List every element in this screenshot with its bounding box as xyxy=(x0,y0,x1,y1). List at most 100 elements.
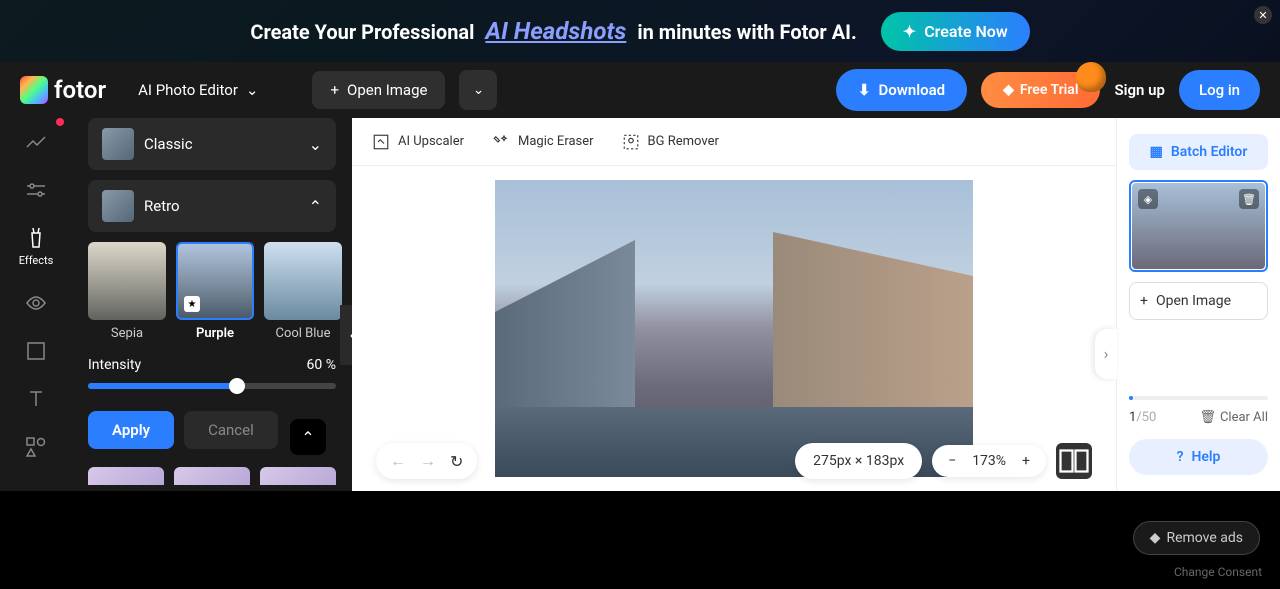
beauty-tool-icon[interactable] xyxy=(24,291,48,315)
logo[interactable]: fotor xyxy=(20,76,106,104)
filter-purple[interactable]: ★ Purple xyxy=(176,242,254,341)
create-now-button[interactable]: ✦ Create Now xyxy=(881,12,1030,51)
filter-thumb xyxy=(264,242,342,320)
help-icon: ? xyxy=(1177,449,1184,465)
open-image-dropdown-button[interactable]: ⌄ xyxy=(459,70,497,110)
storage-progress xyxy=(1129,396,1268,400)
history-controls: ← → ↻ xyxy=(376,443,477,479)
adjust-tool-icon[interactable] xyxy=(24,178,48,202)
category-classic[interactable]: Classic ⌄ xyxy=(88,118,336,170)
batch-editor-button[interactable]: ▦ Batch Editor xyxy=(1129,134,1268,170)
remove-ads-button[interactable]: ◆ Remove ads xyxy=(1133,521,1260,555)
zoom-out-button[interactable]: − xyxy=(948,453,956,469)
zoom-in-button[interactable]: + xyxy=(1022,453,1030,469)
change-consent-link[interactable]: Change Consent xyxy=(1174,565,1262,579)
thumbnail-image: ◈ 🗑 xyxy=(1132,183,1265,269)
create-now-label: Create Now xyxy=(924,22,1007,41)
filter-thumb xyxy=(88,242,166,320)
counter-row: 1/50 🗑 Clear All xyxy=(1129,410,1268,425)
left-toolbar: Effects xyxy=(0,118,72,491)
intensity-slider[interactable] xyxy=(88,383,336,389)
pumpkin-icon xyxy=(1076,62,1106,92)
free-trial-button[interactable]: ◆ Free Trial xyxy=(981,72,1100,108)
redo-button[interactable]: → xyxy=(420,451,436,471)
remove-ads-label: Remove ads xyxy=(1166,530,1243,546)
intensity-label: Intensity xyxy=(88,357,141,373)
diamond-icon: ◆ xyxy=(1003,82,1014,98)
filter-thumb[interactable] xyxy=(88,467,164,485)
open-image-button[interactable]: + Open Image xyxy=(312,71,445,109)
free-trial-label: Free Trial xyxy=(1020,82,1079,98)
filter-label: Purple xyxy=(176,326,254,341)
bg-remove-icon xyxy=(622,133,640,151)
editor-mode-label: AI Photo Editor xyxy=(138,81,238,99)
dimensions-display: 275px × 183px xyxy=(795,443,922,479)
filter-thumb[interactable] xyxy=(260,467,336,485)
close-banner-button[interactable]: ✕ xyxy=(1254,6,1272,24)
ai-tool-icon[interactable] xyxy=(24,130,48,154)
undo-button[interactable]: ← xyxy=(390,451,406,471)
bg-remover-label: BG Remover xyxy=(648,134,719,149)
frame-tool-icon[interactable] xyxy=(24,339,48,363)
scroll-top-button[interactable]: ⌃ xyxy=(290,419,326,455)
category-thumb xyxy=(102,128,134,160)
right-panel: ▦ Batch Editor ◈ 🗑 + Open Image 1/50 🗑 C… xyxy=(1116,118,1280,491)
canvas-area: ‹ AI Upscaler Magic Eraser BG Remover xyxy=(352,118,1116,491)
cancel-button[interactable]: Cancel xyxy=(184,411,278,449)
download-icon: ⬇ xyxy=(858,81,871,99)
text-tool-icon[interactable] xyxy=(24,387,48,411)
open-image-side-label: Open Image xyxy=(1156,293,1231,309)
trash-icon: 🗑 xyxy=(1199,410,1216,425)
slider-fill xyxy=(88,383,237,389)
compare-button[interactable] xyxy=(1056,443,1092,479)
elements-tool-icon[interactable] xyxy=(24,435,48,459)
intensity-row: Intensity 60 % xyxy=(88,357,336,373)
filter-label: Cool Blue xyxy=(264,326,342,341)
chevron-down-icon: ⌄ xyxy=(309,135,322,154)
diamond-icon: ◆ xyxy=(1150,530,1161,546)
zoom-value: 173% xyxy=(972,453,1006,469)
expand-right-panel-button[interactable]: › xyxy=(1095,329,1117,379)
effects-tool[interactable]: Effects xyxy=(19,226,54,267)
ai-upscaler-button[interactable]: AI Upscaler xyxy=(372,133,464,151)
filter-cool-blue[interactable]: Cool Blue xyxy=(264,242,342,341)
category-label: Retro xyxy=(144,197,299,215)
reset-button[interactable]: ↻ xyxy=(450,452,463,471)
log-in-button[interactable]: Log in xyxy=(1179,70,1260,110)
chevron-down-icon: ⌄ xyxy=(246,81,259,99)
chevron-up-icon: ⌃ xyxy=(301,428,314,447)
open-image-side-button[interactable]: + Open Image xyxy=(1129,282,1268,320)
intensity-value: 60 % xyxy=(307,357,336,373)
filter-sepia[interactable]: Sepia xyxy=(88,242,166,341)
upscale-icon xyxy=(372,133,390,151)
effects-sidebar: Classic ⌄ Retro ⌃ Sepia ★ Purple Cool Bl… xyxy=(72,118,352,491)
category-retro[interactable]: Retro ⌃ xyxy=(88,180,336,232)
batch-editor-label: Batch Editor xyxy=(1171,144,1247,160)
sign-up-link[interactable]: Sign up xyxy=(1114,81,1165,99)
logo-text: fotor xyxy=(54,76,106,104)
clear-all-label: Clear All xyxy=(1220,410,1268,425)
canvas-bottom-controls: ← → ↻ 275px × 183px − 173% + xyxy=(352,443,1116,479)
layers-icon[interactable]: ◈ xyxy=(1138,189,1158,209)
delete-thumbnail-button[interactable]: 🗑 xyxy=(1239,189,1259,209)
magic-eraser-button[interactable]: Magic Eraser xyxy=(492,133,594,151)
filter-label: Sepia xyxy=(88,326,166,341)
effects-label: Effects xyxy=(19,254,54,267)
help-button[interactable]: ? Help xyxy=(1129,439,1268,475)
filter-thumb[interactable] xyxy=(174,467,250,485)
banner-text-after: in minutes with Fotor AI. xyxy=(637,20,856,44)
canvas-toolbar: AI Upscaler Magic Eraser BG Remover xyxy=(352,118,1116,166)
download-button[interactable]: ⬇ Download xyxy=(836,69,967,111)
apply-button[interactable]: Apply xyxy=(88,411,174,449)
zoom-controls: − 173% + xyxy=(932,445,1046,477)
banner-text-before: Create Your Professional xyxy=(250,20,474,44)
chevron-up-icon: ⌃ xyxy=(309,197,322,216)
slider-thumb[interactable] xyxy=(229,378,245,394)
editor-mode-dropdown[interactable]: AI Photo Editor ⌄ xyxy=(138,81,258,99)
bg-remover-button[interactable]: BG Remover xyxy=(622,133,719,151)
image-thumbnail[interactable]: ◈ 🗑 xyxy=(1129,180,1268,272)
chevron-right-icon: › xyxy=(1104,344,1109,363)
clear-all-button[interactable]: 🗑 Clear All xyxy=(1199,410,1268,425)
canvas-image xyxy=(495,180,973,477)
help-label: Help xyxy=(1191,449,1220,465)
